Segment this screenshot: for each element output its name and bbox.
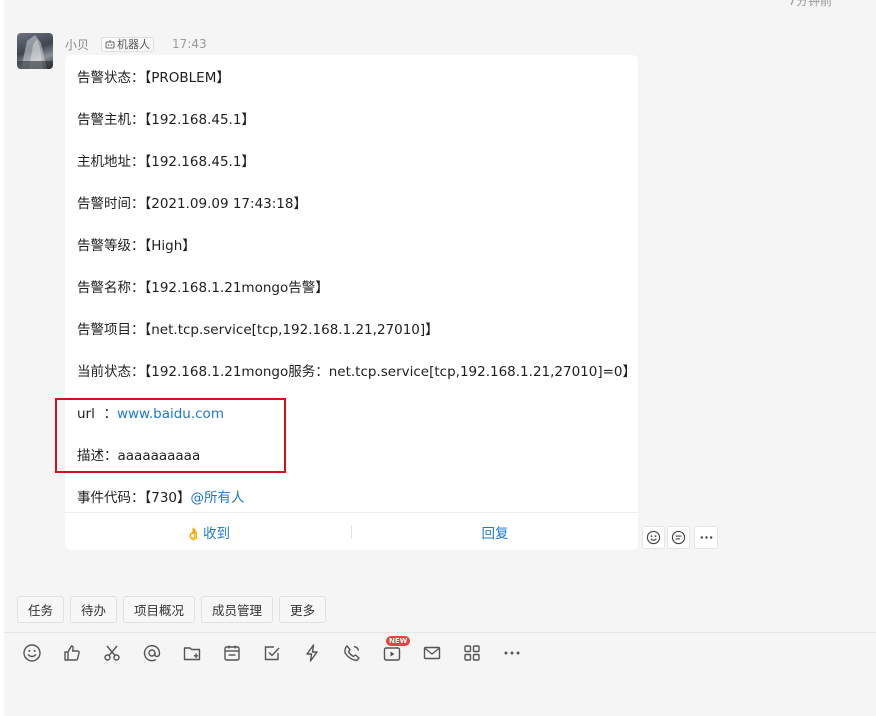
more-icon [504,651,520,655]
phone-icon [344,645,360,662]
task-button[interactable] [260,640,300,666]
robot-icon [105,40,115,49]
highlight-annotation-box [55,398,286,473]
checkbox-icon [264,646,280,661]
composer-divider [4,632,876,633]
new-badge: NEW [386,636,411,646]
more-icon [700,536,712,539]
message-card: 告警状态：【PROBLEM】 告警主机：【192.168.45.1】 主机地址：… [55,55,638,550]
host-address-line: 主机地址：【192.168.45.1】 [77,154,255,170]
quick-action-button[interactable] [300,640,340,666]
event-code: 事件代码：【730】 [77,490,191,506]
bot-tag-label: 机器人 [117,38,151,51]
alert-host-line: 告警主机：【192.168.45.1】 [77,112,255,128]
chip-tasks[interactable]: 任务 [17,596,65,623]
window-left-edge [0,0,4,716]
mention-all[interactable]: @所有人 [191,490,245,506]
chip-more[interactable]: 更多 [279,596,327,623]
chip-member-management[interactable]: 成员管理 [201,596,274,623]
card-footer: 👌 收到 回复 [65,512,638,550]
avatar[interactable] [17,33,53,69]
like-button[interactable] [60,640,100,666]
toolbar-more-button[interactable] [500,640,540,666]
mail-button[interactable] [420,640,460,666]
message-hover-actions [642,526,718,550]
avatar-image [17,35,53,69]
emoji-reaction-button[interactable] [642,526,665,549]
reply-button[interactable]: 回复 [352,522,638,542]
received-label: 收到 [202,525,230,542]
calendar-icon [224,645,240,661]
alert-item-line: 告警项目：【net.tcp.service[tcp,192.168.1.21,2… [77,322,439,338]
emoji-icon [646,530,661,545]
at-icon [143,644,161,662]
previous-message-time: 7分钟前 [788,0,832,8]
current-status-line: 当前状态：【192.168.1.21mongo服务：net.tcp.servic… [77,364,637,380]
message-time: 17:43 [172,37,207,51]
mail-icon [423,646,441,660]
scissors-icon [104,645,120,661]
video-live-icon [383,647,401,661]
live-button[interactable]: NEW [380,636,420,666]
apps-button[interactable] [460,640,500,666]
quick-chips: 任务 待办 项目概况 成员管理 更多 [17,596,327,623]
mention-button[interactable] [140,640,180,666]
received-button[interactable]: 👌 收到 [65,522,351,542]
alert-name-line: 告警名称：【192.168.1.21mongo告警】 [77,280,329,296]
apps-icon [464,645,480,661]
smiley-icon [23,644,41,662]
sender-name[interactable]: 小贝 [65,36,89,53]
chip-todo[interactable]: 待办 [70,596,118,623]
comment-button[interactable] [667,526,690,549]
send-file-button[interactable] [180,640,220,666]
alert-level-line: 告警等级：【High】 [77,238,196,254]
bot-tag: 机器人 [101,36,155,52]
alert-time-line: 告警时间：【2021.09.09 17:43:18】 [77,196,307,212]
message-meta: 小贝 机器人 17:43 [65,36,207,52]
alert-status-line: 告警状态：【PROBLEM】 [77,70,230,86]
comment-icon [671,530,686,545]
call-button[interactable] [340,640,380,666]
ok-hand-icon: 👌 [186,526,201,541]
screenshot-button[interactable] [100,640,140,666]
composer-toolbar: NEW [20,636,540,666]
schedule-button[interactable] [220,640,260,666]
event-code-line: 事件代码：【730】@所有人 [77,486,245,506]
lightning-icon [306,644,318,662]
emoji-button[interactable] [20,640,60,666]
thumbs-up-icon [64,645,80,661]
chip-project-overview[interactable]: 项目概况 [123,596,196,623]
more-actions-button[interactable] [694,526,718,549]
folder-add-icon [183,647,201,661]
